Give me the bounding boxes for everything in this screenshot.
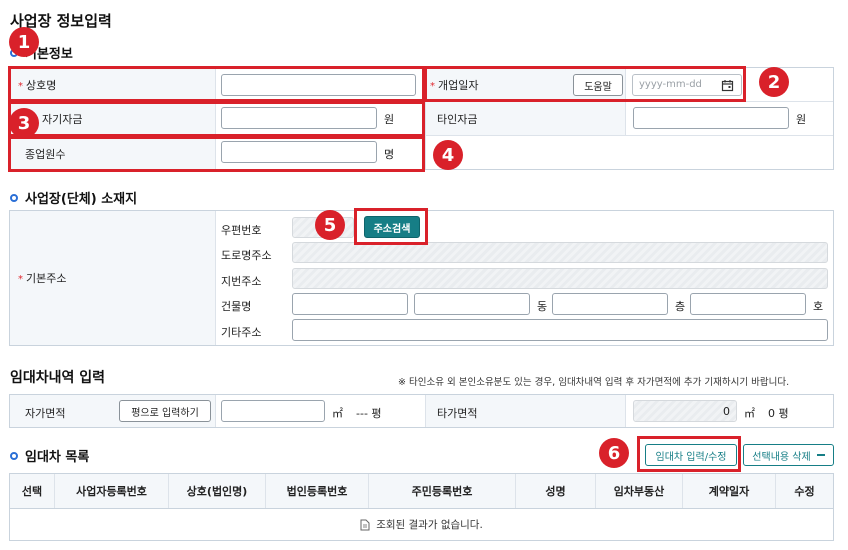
own-area-input[interactable] [221, 400, 325, 422]
building-name-label: 건물명 [221, 300, 252, 313]
other-capital-input[interactable] [633, 107, 789, 129]
annotation-box-4 [8, 136, 425, 172]
column-header[interactable]: 법인등록번호 [266, 474, 369, 508]
column-header[interactable]: 사업자등록번호 [55, 474, 169, 508]
empty-message: 조회된 결과가 없습니다. [376, 519, 483, 531]
annotation-badge-2: 2 [759, 67, 789, 97]
other-area-sqm-unit: ㎡ [744, 407, 755, 420]
annotation-box-2 [424, 66, 746, 102]
other-area-value: 0 [723, 405, 730, 418]
own-area-sqm-unit: ㎡ [332, 407, 343, 420]
other-address-label: 기타주소 [221, 326, 262, 339]
column-header[interactable]: 주민등록번호 [369, 474, 516, 508]
lease-note: ※ 타인소유 외 본인소유분도 있는 경우, 임대차내역 입력 후 자가면적에 … [398, 377, 790, 388]
lease-list-header: 선택 사업자등록번호 상호(법인명) 법인등록번호 주민등록번호 성명 임차부동… [10, 474, 833, 508]
other-capital-unit: 원 [796, 113, 807, 126]
other-area-label: 타가면적 [437, 407, 478, 420]
annotation-box-5 [354, 208, 428, 245]
column-header[interactable]: 선택 [10, 474, 55, 508]
other-capital-label: 타인자금 [437, 113, 478, 126]
own-area-pyeong: --- 평 [356, 407, 382, 420]
lease-section-title: 임대차내역 입력 [10, 370, 106, 386]
building-name-input[interactable] [292, 293, 408, 315]
room-unit: 호 [813, 300, 824, 313]
dong-unit: 동 [537, 300, 548, 313]
column-header[interactable]: 임차부동산 [596, 474, 683, 508]
building-dong-input[interactable] [414, 293, 530, 315]
column-header[interactable]: 계약일자 [683, 474, 776, 508]
column-header[interactable]: 상호(법인명) [169, 474, 266, 508]
lease-list-section-title: 임대차 목록 [10, 446, 89, 465]
annotation-badge-5: 5 [315, 210, 345, 240]
annotation-box-1 [8, 66, 425, 102]
building-floor-input[interactable] [552, 293, 668, 315]
empty-row: 조회된 결과가 없습니다. [10, 509, 833, 540]
postal-code-label: 우편번호 [221, 224, 262, 237]
own-area-label: 자가면적 [25, 407, 66, 420]
annotation-badge-4: 4 [433, 140, 463, 170]
building-room-input[interactable] [690, 293, 806, 315]
annotation-badge-3: 3 [9, 108, 39, 138]
location-section-title: 사업장(단체) 소재지 [10, 188, 137, 207]
delete-selected-label: 선택내용 삭제 [752, 451, 811, 463]
column-header[interactable]: 성명 [516, 474, 596, 508]
delete-selected-button[interactable]: 선택내용 삭제 [743, 444, 834, 466]
other-address-input[interactable] [292, 319, 828, 341]
basic-address-label: * 기본주소 [18, 272, 67, 285]
lot-address-input [292, 268, 828, 289]
section-bullet-icon [10, 451, 18, 460]
road-address-input [292, 242, 828, 263]
road-address-label: 도로명주소 [221, 249, 272, 262]
floor-unit: 층 [675, 300, 686, 313]
document-icon [360, 519, 370, 530]
pyeong-input-button[interactable]: 평으로 입력하기 [119, 400, 211, 422]
annotation-box-6 [637, 436, 741, 472]
column-header[interactable]: 수정 [776, 474, 833, 508]
section-bullet-icon [10, 193, 18, 202]
annotation-box-3 [8, 101, 425, 137]
other-area-input: 0 [633, 400, 737, 422]
annotation-badge-6: 6 [599, 438, 629, 468]
minus-icon [816, 454, 825, 456]
other-area-pyeong: 0 평 [768, 407, 789, 420]
annotation-badge-1: 1 [9, 27, 39, 57]
lot-address-label: 지번주소 [221, 275, 262, 288]
